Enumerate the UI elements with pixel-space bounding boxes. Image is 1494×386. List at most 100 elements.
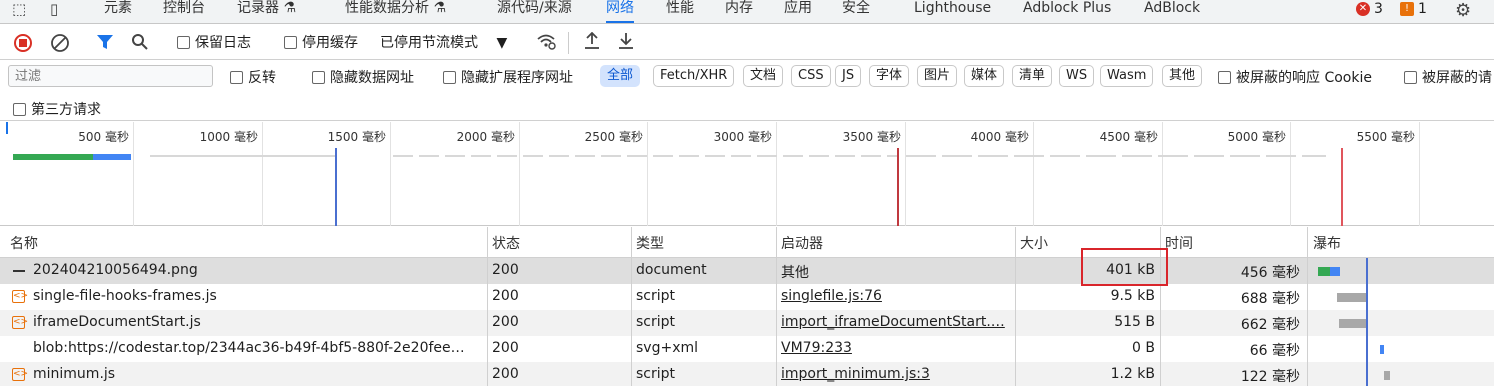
overview-activity-line (150, 155, 335, 157)
request-initiator-link[interactable]: VM79:233 (781, 340, 1011, 356)
tab-lighthouse[interactable]: Lighthouse (914, 0, 991, 23)
table-row[interactable]: <> minimum.js 200 script import_minimum.… (0, 362, 1494, 386)
table-row[interactable]: blob:https://codestar.top/2344ac36-b49f-… (0, 336, 1494, 362)
request-initiator: 其他 (781, 265, 809, 281)
table-row[interactable]: 202404210056494.png 200 document 其他 401 … (0, 258, 1494, 284)
column-header-type[interactable]: 类型 (636, 233, 664, 253)
request-time: 456 毫秒 (1240, 265, 1300, 281)
hide-extension-urls-checkbox[interactable]: 隐藏扩展程序网址 (443, 67, 573, 87)
script-file-icon: <> (12, 368, 29, 381)
type-filter-manifest[interactable]: 清单 (1012, 65, 1053, 87)
column-divider[interactable] (776, 227, 777, 386)
tab-application[interactable]: 应用 (784, 0, 812, 23)
hide-data-urls-checkbox[interactable]: 隐藏数据网址 (312, 67, 414, 87)
column-header-name[interactable]: 名称 (10, 233, 38, 253)
search-icon[interactable] (131, 33, 149, 55)
waterfall-bar-download (1330, 267, 1340, 276)
checkbox-box (1404, 71, 1417, 84)
tab-recorder[interactable]: 记录器 ⚗ (237, 0, 296, 23)
request-status: 200 (492, 314, 519, 330)
network-overview[interactable]: 500 毫秒 1000 毫秒 1500 毫秒 2000 毫秒 2500 毫秒 3000 毫… (0, 122, 1494, 226)
column-divider[interactable] (1307, 227, 1308, 386)
request-size: 515 B (1114, 314, 1155, 330)
blocked-requests-label: 被屏蔽的请 (1422, 70, 1492, 86)
waterfall-bar (1384, 371, 1390, 380)
column-header-status[interactable]: 状态 (492, 233, 520, 253)
gear-icon[interactable]: ⚙ (1455, 0, 1471, 21)
import-har-icon[interactable] (583, 31, 601, 54)
type-filter-font[interactable]: 字体 (869, 65, 910, 87)
type-filter-wasm[interactable]: Wasm (1100, 65, 1154, 87)
clear-icon[interactable] (50, 33, 70, 57)
tab-adblock[interactable]: AdBlock (1144, 0, 1200, 23)
column-header-waterfall[interactable]: 瀑布 (1313, 233, 1341, 253)
export-har-icon[interactable] (617, 32, 635, 54)
record-stop-icon[interactable] (13, 33, 33, 57)
type-filter-other[interactable]: 其他 (1162, 65, 1203, 87)
tab-performance-insights[interactable]: 性能数据分析 ⚗ (345, 0, 446, 23)
type-filter-media[interactable]: 媒体 (964, 65, 1005, 87)
warning-count-badge[interactable]: ! 1 (1400, 1, 1427, 17)
table-row[interactable]: <> iframeDocumentStart.js 200 script imp… (0, 310, 1494, 336)
column-header-time[interactable]: 时间 (1165, 233, 1193, 253)
devtools-tab-bar: ⬚ ▯ 元素 控制台 记录器 ⚗ 性能数据分析 ⚗ 源代码/来源 网络 性能 内… (0, 0, 1494, 24)
type-filter-css[interactable]: CSS (791, 65, 831, 87)
blocked-cookies-checkbox[interactable]: 被屏蔽的响应 Cookie (1218, 67, 1372, 87)
disable-cache-checkbox[interactable]: 停用缓存 (284, 32, 358, 52)
overview-activity-line (393, 155, 898, 157)
tab-network[interactable]: 网络 (606, 0, 634, 23)
tab-elements[interactable]: 元素 (104, 0, 132, 23)
request-time: 66 毫秒 (1249, 343, 1300, 359)
tab-sources[interactable]: 源代码/来源 (497, 0, 572, 23)
network-request-table: 名称 状态 类型 启动器 大小 时间 瀑布 202404210056494.pn… (0, 227, 1494, 386)
preserve-log-checkbox[interactable]: 保留日志 (177, 32, 251, 52)
overview-tick-line (1162, 122, 1163, 226)
column-divider[interactable] (631, 227, 632, 386)
overview-bar-waiting (13, 154, 93, 160)
hide-data-urls-label: 隐藏数据网址 (330, 70, 414, 86)
overview-tick-line (1419, 122, 1420, 226)
column-divider[interactable] (1015, 227, 1016, 386)
filter-bar-secondary: 第三方请求 (0, 94, 1494, 121)
type-filter-all[interactable]: 全部 (600, 65, 641, 87)
error-count-badge[interactable]: ✕ 3 (1356, 1, 1383, 17)
tab-adblock-plus[interactable]: Adblock Plus (1023, 0, 1111, 23)
tab-security[interactable]: 安全 (842, 0, 870, 23)
tab-memory[interactable]: 内存 (725, 0, 753, 23)
request-type: script (636, 288, 676, 304)
tab-performance[interactable]: 性能 (666, 0, 694, 23)
device-toolbar-icon[interactable]: ▯ (50, 0, 58, 18)
network-conditions-icon[interactable] (536, 32, 556, 54)
overview-start-marker (6, 122, 8, 134)
throttle-select[interactable]: 已停用节流模式 ▼ (380, 32, 507, 52)
flask-icon: ⚗ (433, 0, 447, 16)
tab-console[interactable]: 控制台 (163, 0, 205, 23)
type-filter-ws[interactable]: WS (1059, 65, 1095, 87)
throttle-value: 已停用节流模式 (380, 35, 478, 51)
column-divider[interactable] (487, 227, 488, 386)
warning-icon: ! (1400, 2, 1414, 16)
inspect-element-icon[interactable]: ⬚ (12, 0, 26, 18)
table-row[interactable]: <> single-file-hooks-frames.js 200 scrip… (0, 284, 1494, 310)
type-filter-fetch-xhr[interactable]: Fetch/XHR (653, 65, 735, 87)
invert-checkbox[interactable]: 反转 (230, 67, 276, 87)
filter-input[interactable] (8, 65, 213, 87)
type-filter-js[interactable]: JS (835, 65, 862, 87)
third-party-checkbox[interactable]: 第三方请求 (13, 99, 101, 119)
request-initiator-link[interactable]: singlefile.js:76 (781, 288, 1011, 304)
column-header-initiator[interactable]: 启动器 (781, 233, 823, 253)
request-size: 0 B (1132, 340, 1155, 356)
dom-content-loaded-line (335, 148, 337, 226)
column-header-size[interactable]: 大小 (1020, 233, 1048, 253)
filter-icon[interactable] (96, 33, 114, 55)
request-status: 200 (492, 288, 519, 304)
request-status: 200 (492, 262, 519, 278)
request-name: iframeDocumentStart.js (33, 314, 201, 330)
blocked-requests-checkbox[interactable]: 被屏蔽的请 (1404, 67, 1492, 87)
request-initiator-link[interactable]: import_iframeDocumentStart.… (781, 314, 1011, 330)
preserve-log-label: 保留日志 (195, 35, 251, 51)
request-initiator-link[interactable]: import_minimum.js:3 (781, 366, 1011, 382)
type-filter-img[interactable]: 图片 (917, 65, 958, 87)
type-filter-doc[interactable]: 文档 (743, 65, 784, 87)
overview-tick-label: 3000 毫秒 (713, 130, 772, 144)
